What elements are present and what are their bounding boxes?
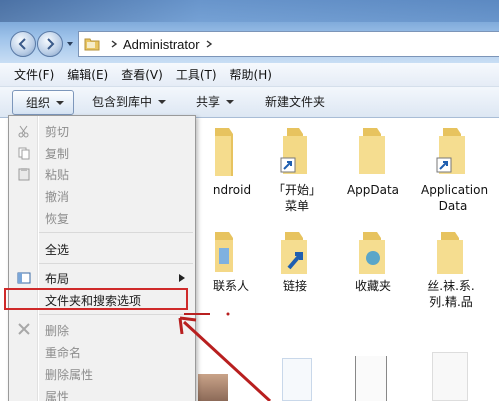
contacts-folder-icon — [215, 232, 233, 272]
command-toolbar: 组织 包含到库中 共享 新建文件夹 — [0, 87, 499, 118]
dropdown-arrow-icon — [158, 99, 167, 104]
folder-icon — [437, 232, 463, 274]
recent-pages-dropdown-icon[interactable] — [65, 39, 75, 49]
menu-view[interactable]: 查看(V) — [121, 66, 163, 83]
delete-x-icon — [18, 323, 30, 335]
menu-item-layout[interactable]: 布局 — [45, 270, 69, 287]
links-folder-icon — [281, 232, 307, 274]
share-label: 共享 — [196, 95, 221, 109]
address-box[interactable]: Administrator — [78, 31, 499, 57]
chevron-right-icon[interactable] — [109, 39, 119, 49]
file-thumbnail[interactable] — [355, 356, 387, 401]
include-in-library-button[interactable]: 包含到库中 — [92, 93, 167, 110]
back-arrow-icon — [18, 38, 26, 50]
back-button[interactable] — [10, 31, 36, 57]
menu-item-properties: 属性 — [45, 390, 70, 401]
folder-icon — [215, 128, 233, 176]
organize-context-menu: 剪切 复制 粘贴 撤消 恢复 全选 布局 文件夹和搜索选项 删除 重命名 删除属… — [8, 115, 196, 401]
file-label: Application Data — [421, 183, 489, 213]
folder-shortcut-icon — [436, 128, 465, 174]
file-item-start-menu[interactable]: 「开始」菜单 — [258, 124, 336, 214]
menu-item-undo: 撤消 — [45, 190, 70, 204]
folder-icon — [84, 38, 100, 51]
folder-shortcut-icon — [280, 128, 307, 174]
address-bar-area: Administrator — [0, 0, 499, 63]
organize-label: 组织 — [26, 96, 51, 110]
file-item-stockings[interactable]: 丝.袜.系.列.精.品 — [412, 228, 490, 310]
folder-icon — [359, 128, 385, 174]
dropdown-arrow-icon — [56, 100, 65, 105]
chevron-right-icon[interactable] — [204, 39, 214, 49]
forward-button[interactable] — [37, 31, 63, 57]
menu-bar: 文件(F) 编辑(E) 查看(V) 工具(T) 帮助(H) — [0, 63, 499, 87]
share-button[interactable]: 共享 — [196, 93, 235, 110]
dropdown-arrow-icon — [226, 99, 235, 104]
file-label: AppData — [346, 183, 400, 197]
new-folder-button[interactable]: 新建文件夹 — [265, 93, 325, 110]
file-label: 丝.袜.系.列.精.品 — [427, 279, 475, 309]
menu-item-paste: 粘贴 — [45, 168, 70, 182]
menu-item-cut: 剪切 — [45, 125, 70, 139]
file-item-appdata[interactable]: AppData — [334, 124, 412, 198]
title-glow — [0, 0, 499, 22]
copy-icon — [18, 147, 30, 160]
layout-icon — [17, 272, 31, 284]
menu-item-delete: 删除 — [45, 324, 70, 338]
menu-item-remove-properties: 删除属性 — [45, 368, 94, 382]
menu-item-rename: 重命名 — [45, 346, 82, 360]
annotation-arrow — [178, 312, 272, 401]
organize-button[interactable]: 组织 — [12, 90, 74, 115]
file-label: ndroid — [212, 183, 252, 197]
forward-arrow-icon — [47, 38, 55, 50]
menu-item-copy: 复制 — [45, 147, 70, 161]
menu-separator — [39, 232, 193, 233]
file-item-links[interactable]: 链接 — [256, 228, 334, 294]
paste-icon — [18, 168, 30, 181]
menu-help[interactable]: 帮助(H) — [230, 66, 272, 83]
favorites-folder-icon — [359, 232, 385, 274]
file-label: 「开始」菜单 — [272, 183, 321, 213]
scissors-icon — [18, 125, 29, 138]
menu-gutter-highlight — [38, 116, 39, 401]
new-folder-label: 新建文件夹 — [265, 95, 326, 109]
menu-edit[interactable]: 编辑(E) — [67, 66, 108, 83]
menu-item-redo: 恢复 — [45, 212, 70, 226]
menu-item-select-all[interactable]: 全选 — [45, 241, 69, 258]
file-item-application-data[interactable]: Application Data — [414, 124, 492, 214]
menu-separator — [39, 263, 193, 264]
submenu-arrow-icon — [179, 274, 185, 282]
file-item-favorites[interactable]: 收藏夹 — [334, 228, 412, 294]
annotation-highlight-box — [4, 288, 188, 310]
menu-file[interactable]: 文件(F) — [14, 66, 54, 83]
address-path[interactable]: Administrator — [123, 37, 200, 52]
include-label: 包含到库中 — [92, 95, 153, 109]
menu-tools[interactable]: 工具(T) — [176, 66, 217, 83]
file-thumbnail[interactable] — [432, 352, 468, 401]
